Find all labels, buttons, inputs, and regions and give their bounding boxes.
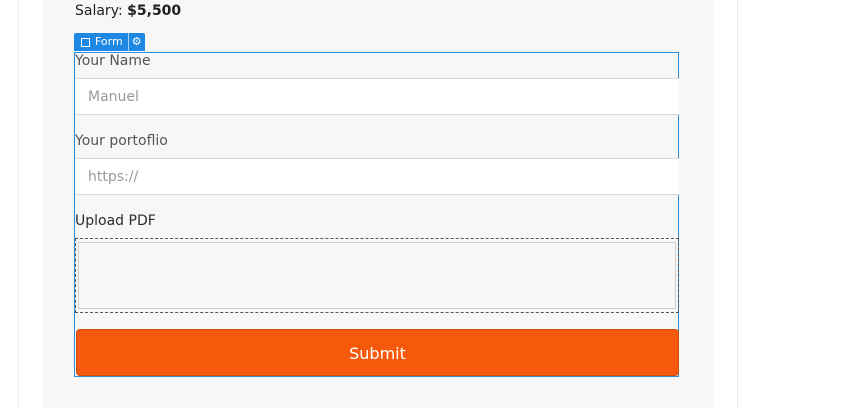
name-label: Your Name [75,53,151,69]
upload-field[interactable] [78,242,676,309]
right-border-line [737,0,738,408]
left-border-line [18,0,19,408]
name-input[interactable]: Manuel [75,78,679,115]
salary-line: Salary: $5,500 [75,2,181,20]
upload-dropzone[interactable] [75,238,679,313]
form-tag[interactable]: Form ⚙ [74,33,145,51]
form-tag-label: Form [95,33,129,51]
portfolio-label: Your portoflio [75,133,168,149]
submit-button[interactable]: Submit [76,329,679,376]
portfolio-input[interactable]: https:// [75,158,679,195]
checkbox-square-icon [81,37,90,47]
salary-label: Salary: [75,3,123,19]
salary-value: $5,500 [127,3,182,19]
upload-label: Upload PDF [75,213,156,229]
gear-icon[interactable]: ⚙ [129,33,145,51]
